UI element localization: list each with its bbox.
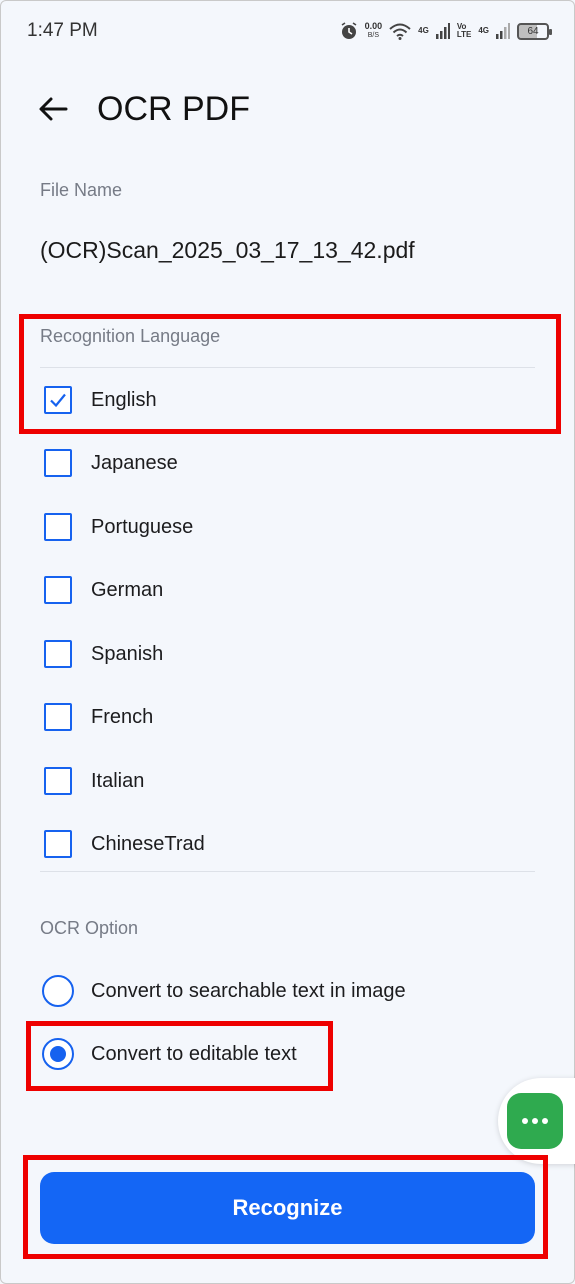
signal-icon-2 xyxy=(496,23,510,39)
language-label: German xyxy=(91,578,164,601)
checkbox[interactable] xyxy=(44,703,72,731)
net-speed-unit: B/S xyxy=(367,32,380,39)
language-option-portuguese[interactable]: Portuguese xyxy=(40,495,535,559)
recognize-button[interactable]: Recognize xyxy=(40,1172,535,1244)
language-option-german[interactable]: German xyxy=(40,558,535,622)
ocr-option-searchable[interactable]: Convert to searchable text in image xyxy=(40,961,535,1021)
network-1-text: 4G xyxy=(418,26,429,35)
arrow-left-icon[interactable] xyxy=(36,92,70,126)
volte-bottom: LTE xyxy=(456,30,472,39)
network-2-text: 4G xyxy=(478,26,489,35)
file-name-value[interactable]: (OCR)Scan_2025_03_17_13_42.pdf xyxy=(40,237,415,264)
battery-icon: 64 xyxy=(517,22,552,40)
network-1-label: 4G xyxy=(418,27,429,35)
divider xyxy=(40,871,535,872)
checkbox[interactable] xyxy=(44,830,72,858)
alarm-icon xyxy=(341,22,357,39)
more-dots-icon[interactable] xyxy=(507,1093,563,1149)
checkbox[interactable] xyxy=(44,640,72,668)
signal-icon-1 xyxy=(435,23,450,39)
net-speed-value: 0.00 xyxy=(364,21,383,31)
language-option-spanish[interactable]: Spanish xyxy=(40,622,535,686)
battery-level: 64 xyxy=(527,25,539,37)
checkbox-checked[interactable] xyxy=(44,386,72,414)
status-bar: 1:47 PM 0.00 B/S 4G Vo LTE 4G 64 xyxy=(0,0,575,62)
volte-badge: Vo LTE xyxy=(457,23,472,39)
page-title: OCR PDF xyxy=(97,90,250,128)
radio-selected-dot xyxy=(50,1046,66,1062)
option-label: Convert to searchable text in image xyxy=(91,979,406,1002)
language-option-japanese[interactable]: Japanese xyxy=(40,431,535,495)
radio-button[interactable] xyxy=(42,975,74,1007)
checkbox[interactable] xyxy=(44,449,72,477)
language-option-chinesetrad[interactable]: ChineseTrad xyxy=(40,812,535,876)
checkbox[interactable] xyxy=(44,767,72,795)
language-option-italian[interactable]: Italian xyxy=(40,749,535,813)
ocr-option-editable[interactable]: Convert to editable text xyxy=(40,1024,535,1084)
status-time: 1:47 PM xyxy=(27,20,98,41)
language-option-french[interactable]: French xyxy=(40,685,535,749)
wifi-icon xyxy=(389,23,411,40)
checkbox[interactable] xyxy=(44,576,72,604)
floating-assistant-tab xyxy=(498,1078,575,1164)
language-label: French xyxy=(91,705,154,728)
language-label: Portuguese xyxy=(91,515,194,538)
language-label: Spanish xyxy=(91,642,164,665)
language-label: Japanese xyxy=(91,451,178,474)
language-label: English xyxy=(91,388,157,411)
checkmark-icon xyxy=(50,393,66,408)
net-speed: 0.00 B/S xyxy=(365,22,383,40)
status-icons: 0.00 B/S 4G Vo LTE 4G 64 xyxy=(340,16,552,46)
language-option-english[interactable]: English xyxy=(40,368,535,432)
language-label: Italian xyxy=(91,769,145,792)
radio-button-selected[interactable] xyxy=(42,1038,74,1070)
file-name-label: File Name xyxy=(40,180,123,200)
ocr-option-label: OCR Option xyxy=(40,918,139,938)
option-label: Convert to editable text xyxy=(91,1042,297,1065)
network-2-label: 4G xyxy=(478,27,489,35)
language-label: ChineseTrad xyxy=(91,832,205,855)
recognition-language-label: Recognition Language xyxy=(40,326,221,346)
checkbox[interactable] xyxy=(44,513,72,541)
